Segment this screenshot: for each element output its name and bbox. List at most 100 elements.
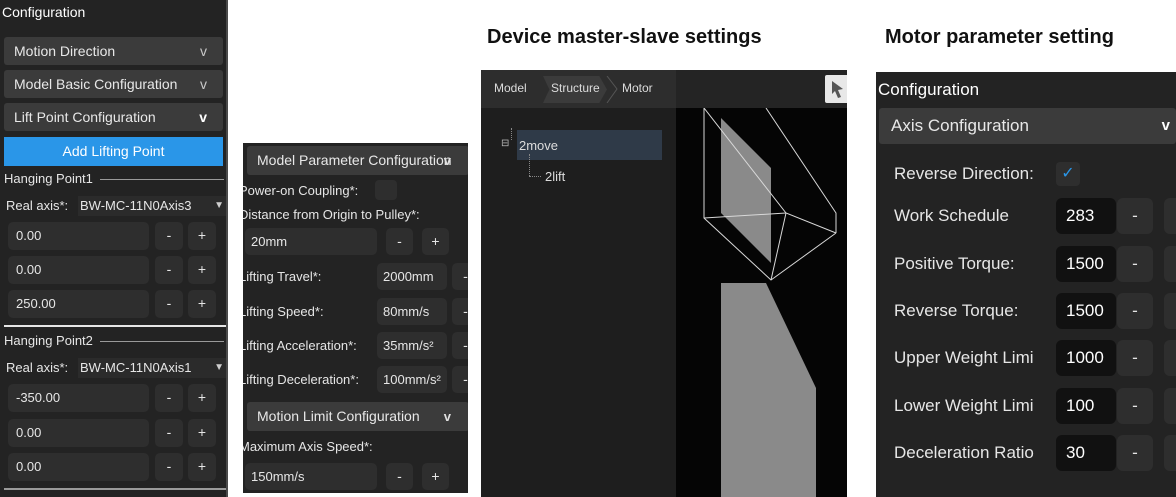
lifting-speed-input[interactable]: 80mm/s bbox=[377, 298, 447, 325]
decrement-button[interactable]: - bbox=[155, 419, 183, 447]
distance-input[interactable]: 20mm bbox=[245, 228, 377, 255]
decrement-button[interactable]: - bbox=[1117, 293, 1153, 329]
increment-button[interactable]: + bbox=[422, 463, 449, 490]
tree-node-2move[interactable]: 2move bbox=[519, 138, 558, 153]
deceleration-ratio-label: Deceleration Ratio bbox=[894, 443, 1034, 462]
increment-button[interactable]: + bbox=[188, 222, 216, 250]
increment-button[interactable]: + bbox=[188, 384, 216, 412]
section-divider bbox=[4, 488, 226, 490]
decrement-button[interactable]: - bbox=[1117, 246, 1153, 282]
lower-weight-limit-label: Lower Weight Limi bbox=[894, 396, 1034, 415]
lifting-acceleration-input[interactable]: 35mm/s² bbox=[377, 332, 447, 359]
increment-button[interactable]: + bbox=[422, 228, 449, 255]
distance-label: Distance from Origin to Pulley*: bbox=[243, 207, 420, 222]
chevron-down-icon: v bbox=[443, 153, 451, 168]
3d-viewport[interactable] bbox=[676, 108, 847, 497]
section-model-parameter-config[interactable]: Model Parameter Configuration v bbox=[247, 146, 468, 175]
section-model-basic-config[interactable]: Model Basic Configuration v bbox=[4, 70, 223, 98]
max-axis-speed-label: Maximum Axis Speed*: bbox=[243, 439, 373, 454]
decrement-button[interactable]: - bbox=[155, 222, 183, 250]
section-motion-limit-config[interactable]: Motion Limit Configuration v bbox=[247, 402, 468, 431]
lifting-deceleration-label: Lifting Deceleration*: bbox=[243, 372, 359, 387]
real-axis-value: BW-MC-11N0Axis1 bbox=[80, 360, 192, 375]
model-parameter-panel: Model Parameter Configuration v Power-on… bbox=[243, 143, 468, 493]
reverse-torque-label: Reverse Torque: bbox=[894, 301, 1019, 320]
master-slave-panel: Model Structure Motor ⊟ 2move 2lift bbox=[481, 70, 847, 497]
tab-motor[interactable]: Motor bbox=[622, 81, 653, 95]
decrement-button[interactable]: - bbox=[452, 298, 468, 325]
increment-button[interactable]: + bbox=[188, 256, 216, 284]
section-axis-config[interactable]: Axis Configuration v bbox=[879, 108, 1176, 144]
decrement-button[interactable]: - bbox=[155, 290, 183, 318]
coord-z-input[interactable]: 250.00 bbox=[8, 290, 149, 318]
upper-weight-limit-label: Upper Weight Limi bbox=[894, 348, 1034, 367]
increment-button[interactable] bbox=[1164, 293, 1176, 329]
decrement-button[interactable]: - bbox=[1117, 340, 1153, 376]
axis-config-panel: Configuration Axis Configuration v Rever… bbox=[876, 72, 1176, 497]
reverse-direction-label: Reverse Direction: bbox=[894, 164, 1034, 183]
add-lifting-point-button[interactable]: Add Lifting Point bbox=[4, 137, 223, 166]
panel-border bbox=[226, 0, 228, 497]
decrement-button[interactable]: - bbox=[452, 366, 468, 393]
hanging-point-2-title: Hanging Point2 bbox=[4, 333, 93, 348]
real-axis-label: Real axis*: bbox=[6, 198, 69, 213]
group-divider bbox=[100, 179, 224, 180]
tree-collapse-icon[interactable]: ⊟ bbox=[501, 138, 509, 149]
positive-torque-label: Positive Torque: bbox=[894, 254, 1015, 273]
decrement-button[interactable]: - bbox=[1117, 435, 1153, 471]
increment-button[interactable]: + bbox=[188, 453, 216, 481]
tree-node-2lift[interactable]: 2lift bbox=[545, 169, 565, 184]
increment-button[interactable] bbox=[1164, 246, 1176, 282]
decrement-button[interactable]: - bbox=[1117, 198, 1153, 234]
real-axis-select[interactable]: BW-MC-11N0Axis3 ▼ bbox=[78, 196, 226, 216]
tab-model[interactable]: Model bbox=[494, 81, 527, 95]
decrement-button[interactable]: - bbox=[386, 463, 413, 490]
panel-title: Configuration bbox=[878, 80, 980, 99]
real-axis-select[interactable]: BW-MC-11N0Axis1 ▼ bbox=[78, 358, 226, 378]
section-label: Axis Configuration bbox=[891, 116, 1029, 135]
chevron-down-icon: v bbox=[199, 109, 207, 125]
section-motion-direction[interactable]: Motion Direction v bbox=[4, 37, 223, 65]
section-label: Model Basic Configuration bbox=[14, 76, 178, 92]
lifting-travel-input[interactable]: 2000mm bbox=[377, 263, 447, 290]
real-axis-value: BW-MC-11N0Axis3 bbox=[80, 198, 192, 213]
power-on-coupling-checkbox[interactable] bbox=[375, 180, 397, 200]
increment-button[interactable] bbox=[1164, 388, 1176, 424]
coord-y-input[interactable]: 0.00 bbox=[8, 419, 149, 447]
work-schedule-input[interactable]: 283 bbox=[1056, 198, 1116, 234]
base-block-shape bbox=[721, 283, 816, 497]
reverse-torque-input[interactable]: 1500 bbox=[1056, 293, 1116, 329]
deceleration-ratio-input[interactable]: 30 bbox=[1056, 435, 1116, 471]
lifting-deceleration-input[interactable]: 100mm/s² bbox=[377, 366, 447, 393]
coord-y-input[interactable]: 0.00 bbox=[8, 256, 149, 284]
section-lift-point-config[interactable]: Lift Point Configuration v bbox=[4, 103, 223, 131]
decrement-button[interactable]: - bbox=[155, 453, 183, 481]
increment-button[interactable] bbox=[1164, 435, 1176, 471]
lower-weight-limit-input[interactable]: 100 bbox=[1056, 388, 1116, 424]
cursor-icon bbox=[832, 81, 843, 98]
positive-torque-input[interactable]: 1500 bbox=[1056, 246, 1116, 282]
decrement-button[interactable]: - bbox=[1117, 388, 1153, 424]
decrement-button[interactable]: - bbox=[452, 263, 468, 290]
reverse-direction-checkbox[interactable]: ✓ bbox=[1056, 162, 1080, 186]
max-axis-speed-input[interactable]: 150mm/s bbox=[245, 463, 377, 490]
select-cursor-button[interactable] bbox=[825, 75, 847, 103]
section-label: Lift Point Configuration bbox=[14, 109, 156, 125]
tree-line bbox=[529, 154, 530, 176]
increment-button[interactable] bbox=[1164, 198, 1176, 234]
increment-button[interactable] bbox=[1164, 340, 1176, 376]
coord-x-input[interactable]: -350.00 bbox=[8, 384, 149, 412]
tab-structure[interactable]: Structure bbox=[551, 81, 600, 95]
decrement-button[interactable]: - bbox=[155, 256, 183, 284]
dropdown-arrow-icon: ▼ bbox=[214, 362, 224, 373]
coord-x-input[interactable]: 0.00 bbox=[8, 222, 149, 250]
work-schedule-label: Work Schedule bbox=[894, 206, 1009, 225]
upper-weight-limit-input[interactable]: 1000 bbox=[1056, 340, 1116, 376]
increment-button[interactable]: + bbox=[188, 290, 216, 318]
decrement-button[interactable]: - bbox=[155, 384, 183, 412]
decrement-button[interactable]: - bbox=[386, 228, 413, 255]
decrement-button[interactable]: - bbox=[452, 332, 468, 359]
coord-z-input[interactable]: 0.00 bbox=[8, 453, 149, 481]
dropdown-arrow-icon: ▼ bbox=[214, 200, 224, 211]
increment-button[interactable]: + bbox=[188, 419, 216, 447]
